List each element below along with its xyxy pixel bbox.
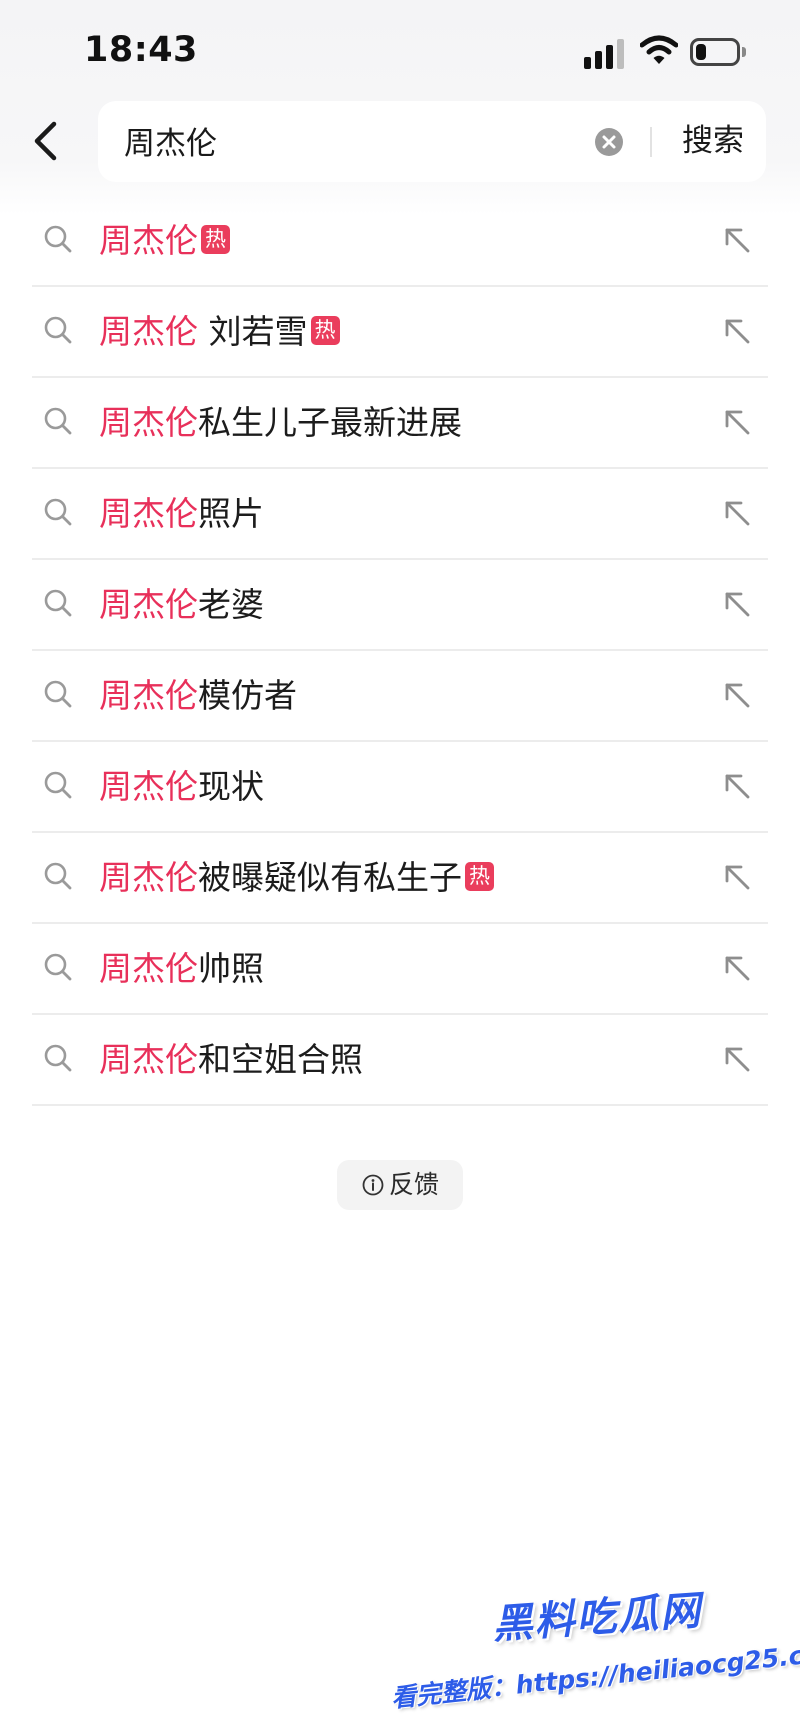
suggestion-list: 周杰伦热 周杰伦 刘若雪热 周杰伦私生儿子最新进展 周杰伦照片 周杰伦老婆 周杰… — [32, 196, 768, 1106]
arrow-up-left-icon — [725, 774, 750, 799]
search-header: 搜索 — [0, 100, 800, 184]
suggestion-highlight: 周杰伦 — [99, 767, 198, 806]
suggestion-text: 周杰伦私生儿子最新进展 — [99, 378, 462, 467]
wifi-icon — [640, 35, 678, 64]
clear-button[interactable] — [593, 126, 625, 158]
search-icon — [44, 316, 72, 344]
suggestion-item[interactable]: 周杰伦私生儿子最新进展 — [32, 378, 768, 469]
suggestion-text: 周杰伦现状 — [99, 742, 264, 831]
fill-query-button[interactable] — [720, 314, 754, 348]
suggestion-text: 周杰伦和空姐合照 — [99, 1015, 363, 1104]
watermark-url: 看完整版：https://heiliaocg25.com — [389, 1636, 800, 1713]
suggestion-item[interactable]: 周杰伦照片 — [32, 469, 768, 560]
chevron-left-icon — [34, 121, 57, 161]
suggestion-text: 周杰伦模仿者 — [99, 651, 297, 740]
fill-query-button[interactable] — [720, 1042, 754, 1076]
suggestion-rest: 和空姐合照 — [198, 1040, 363, 1079]
fill-query-button[interactable] — [720, 769, 754, 803]
suggestion-text: 周杰伦热 — [99, 196, 230, 285]
suggestion-item[interactable]: 周杰伦老婆 — [32, 560, 768, 651]
suggestion-highlight: 周杰伦 — [99, 403, 198, 442]
search-icon — [44, 862, 72, 890]
suggestion-highlight: 周杰伦 — [99, 858, 198, 897]
search-input[interactable] — [124, 115, 564, 165]
suggestion-item[interactable]: 周杰伦模仿者 — [32, 651, 768, 742]
suggestion-rest: 帅照 — [198, 949, 264, 988]
suggestion-rest: 模仿者 — [198, 676, 297, 715]
arrow-up-left-icon — [725, 501, 750, 526]
battery-cap — [742, 47, 746, 57]
back-button[interactable] — [22, 110, 72, 174]
suggestion-rest: 现状 — [198, 767, 264, 806]
status-time: 18:43 — [84, 30, 198, 70]
arrow-up-left-icon — [725, 592, 750, 617]
search-icon — [44, 589, 72, 617]
suggestion-text: 周杰伦 刘若雪热 — [99, 287, 340, 376]
suggestion-highlight: 周杰伦 — [99, 676, 198, 715]
search-icon — [44, 680, 72, 708]
arrow-up-left-icon — [725, 956, 750, 981]
suggestion-highlight: 周杰伦 — [99, 1040, 198, 1079]
search-icon — [44, 225, 72, 253]
search-icon — [44, 771, 72, 799]
hot-badge: 热 — [201, 225, 230, 254]
fill-query-button[interactable] — [720, 223, 754, 257]
hot-badge: 热 — [310, 316, 340, 345]
arrow-up-left-icon — [725, 228, 750, 253]
suggestion-highlight: 周杰伦 — [99, 949, 198, 988]
fill-query-button[interactable] — [720, 678, 754, 712]
suggestion-rest: 照片 — [198, 494, 264, 533]
suggestion-highlight: 周杰伦 — [99, 585, 198, 624]
suggestion-text: 周杰伦照片 — [99, 469, 264, 558]
arrow-up-left-icon — [725, 1047, 750, 1072]
watermark-title: 黑料吃瓜网 — [490, 1587, 704, 1649]
feedback-label: 反馈 — [389, 1170, 440, 1199]
suggestion-item[interactable]: 周杰伦 刘若雪热 — [32, 287, 768, 378]
arrow-up-left-icon — [725, 319, 750, 344]
arrow-up-left-icon — [725, 683, 750, 708]
search-divider — [650, 127, 652, 157]
fill-query-button[interactable] — [720, 496, 754, 530]
suggestion-highlight: 周杰伦 — [99, 312, 198, 351]
suggestion-item[interactable]: 周杰伦热 — [32, 196, 768, 287]
suggestion-text: 周杰伦帅照 — [99, 924, 264, 1013]
arrow-up-left-icon — [725, 865, 750, 890]
suggestion-item[interactable]: 周杰伦被曝疑似有私生子热 — [32, 833, 768, 924]
suggestion-rest: 被曝疑似有私生子 — [198, 858, 462, 897]
suggestion-rest: 刘若雪 — [198, 312, 308, 351]
fill-query-button[interactable] — [720, 951, 754, 985]
status-bar: 18:43 — [0, 0, 800, 100]
suggestion-rest: 私生儿子最新进展 — [198, 403, 462, 442]
suggestion-item[interactable]: 周杰伦帅照 — [32, 924, 768, 1015]
suggestion-text: 周杰伦被曝疑似有私生子热 — [99, 833, 494, 922]
suggestion-highlight: 周杰伦 — [99, 221, 198, 260]
search-icon — [44, 1044, 72, 1072]
clear-circle-icon — [595, 128, 623, 156]
search-icon — [44, 498, 72, 526]
suggestion-item[interactable]: 周杰伦现状 — [32, 742, 768, 833]
fill-query-button[interactable] — [720, 587, 754, 621]
suggestion-item[interactable]: 周杰伦和空姐合照 — [32, 1015, 768, 1106]
fill-query-button[interactable] — [720, 405, 754, 439]
search-icon — [44, 953, 72, 981]
search-box: 搜索 — [98, 101, 766, 182]
feedback-button[interactable]: 反馈 — [337, 1160, 463, 1210]
suggestion-rest: 老婆 — [198, 585, 264, 624]
search-icon — [44, 407, 72, 435]
battery-icon — [690, 38, 740, 66]
suggestion-highlight: 周杰伦 — [99, 494, 198, 533]
fill-query-button[interactable] — [720, 860, 754, 894]
info-circle-icon — [362, 1174, 384, 1196]
arrow-up-left-icon — [725, 410, 750, 435]
hot-badge: 热 — [465, 862, 494, 891]
signal-bars-icon — [584, 39, 626, 69]
search-submit-button[interactable]: 搜索 — [673, 117, 753, 165]
watermark: 黑料吃瓜网 看完整版：https://heiliaocg25.com — [390, 1585, 800, 1725]
suggestion-text: 周杰伦老婆 — [99, 560, 264, 649]
battery-level — [696, 44, 706, 60]
